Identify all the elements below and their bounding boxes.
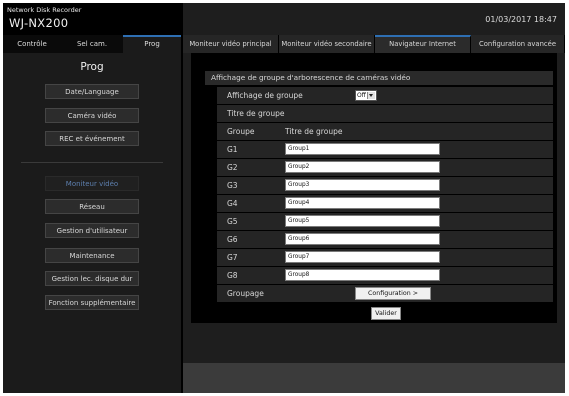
datetime-display: 01/03/2017 18:47 bbox=[485, 15, 557, 24]
tab-controle[interactable]: Contrôle bbox=[3, 35, 61, 53]
tab-sel-cam[interactable]: Sel cam. bbox=[63, 35, 121, 53]
grouping-row: Groupage Configuration > bbox=[217, 285, 553, 302]
section-title: Affichage de groupe d'arborescence de ca… bbox=[205, 71, 553, 85]
table-row: G2 Group2 bbox=[217, 159, 553, 176]
tab-moniteur-principal[interactable]: Moniteur vidéo principal bbox=[183, 35, 279, 53]
grouping-label: Groupage bbox=[227, 289, 264, 298]
left-tabs: Contrôle Sel cam. Prog bbox=[3, 35, 181, 53]
tab-navigateur-internet[interactable]: Navigateur Internet bbox=[375, 35, 471, 53]
group-title-input[interactable]: Group6 bbox=[285, 233, 440, 245]
group-title-input[interactable]: Group5 bbox=[285, 215, 440, 227]
menu-gestion-utilisateur[interactable]: Gestion d'utilisateur bbox=[45, 223, 139, 238]
group-title-input[interactable]: Group1 bbox=[285, 143, 440, 155]
tab-moniteur-secondaire[interactable]: Moniteur vidéo secondaire bbox=[279, 35, 375, 53]
menu-reseau[interactable]: Réseau bbox=[45, 199, 139, 214]
group-id: G1 bbox=[227, 145, 238, 154]
table-row: G6 Group6 bbox=[217, 231, 553, 248]
tab-prog[interactable]: Prog bbox=[123, 35, 181, 53]
group-display-select[interactable]: Off bbox=[355, 90, 377, 101]
group-title-header-row: Titre de groupe bbox=[217, 105, 553, 122]
group-id: G7 bbox=[227, 253, 238, 262]
group-title-input[interactable]: Group7 bbox=[285, 251, 440, 263]
group-id: G3 bbox=[227, 181, 238, 190]
brand-subtitle: Network Disk Recorder bbox=[7, 6, 82, 14]
column-header-row: Groupe Titre de groupe bbox=[217, 123, 553, 140]
menu-moniteur-video[interactable]: Moniteur vidéo bbox=[45, 176, 139, 191]
settings-panel: Affichage de groupe d'arborescence de ca… bbox=[191, 53, 557, 323]
table-row: G3 Group3 bbox=[217, 177, 553, 194]
group-display-label: Affichage de groupe bbox=[227, 91, 303, 100]
validate-button[interactable]: Valider bbox=[371, 307, 401, 320]
group-display-value: Off bbox=[357, 92, 366, 99]
group-id: G4 bbox=[227, 199, 238, 208]
model-name: WJ-NX200 bbox=[9, 16, 69, 30]
menu-gestion-disque[interactable]: Gestion lec. disque dur bbox=[45, 271, 139, 286]
bottom-area bbox=[183, 363, 565, 393]
menu-fonction-supplementaire[interactable]: Fonction supplémentaire bbox=[45, 295, 139, 310]
group-title-label: Titre de groupe bbox=[227, 109, 285, 118]
group-title-input[interactable]: Group2 bbox=[285, 161, 440, 173]
app-window: Network Disk Recorder WJ-NX200 01/03/201… bbox=[3, 3, 565, 393]
group-id: G2 bbox=[227, 163, 238, 172]
brand-area: Network Disk Recorder WJ-NX200 bbox=[3, 3, 181, 35]
menu-date-language[interactable]: Date/Language bbox=[45, 84, 139, 99]
table-row: G1 Group1 bbox=[217, 141, 553, 158]
page-title: Prog bbox=[80, 61, 104, 73]
group-title-input[interactable]: Group3 bbox=[285, 179, 440, 191]
group-id: G6 bbox=[227, 235, 238, 244]
group-title-input[interactable]: Group8 bbox=[285, 269, 440, 281]
configuration-button[interactable]: Configuration > bbox=[355, 287, 431, 300]
left-panel: Contrôle Sel cam. Prog Prog Date/Languag… bbox=[3, 35, 181, 393]
chevron-down-icon bbox=[367, 92, 375, 99]
table-row: G4 Group4 bbox=[217, 195, 553, 212]
menu-camera-video[interactable]: Caméra vidéo bbox=[45, 108, 139, 123]
content-area: Affichage de groupe d'arborescence de ca… bbox=[183, 53, 565, 393]
tab-configuration-avancee[interactable]: Configuration avancée bbox=[471, 35, 565, 53]
table-row: G7 Group7 bbox=[217, 249, 553, 266]
group-id: G5 bbox=[227, 217, 238, 226]
right-tabs: Moniteur vidéo principal Moniteur vidéo … bbox=[183, 35, 565, 53]
menu-maintenance[interactable]: Maintenance bbox=[45, 248, 139, 263]
group-id: G8 bbox=[227, 271, 238, 280]
menu-divider bbox=[21, 162, 163, 163]
header: Network Disk Recorder WJ-NX200 01/03/201… bbox=[3, 3, 565, 35]
table-row: G5 Group5 bbox=[217, 213, 553, 230]
group-title-input[interactable]: Group4 bbox=[285, 197, 440, 209]
group-display-row: Affichage de groupe Off bbox=[217, 87, 553, 104]
table-row: G8 Group8 bbox=[217, 267, 553, 284]
col-group-header: Groupe bbox=[227, 127, 255, 136]
top-bar: 01/03/2017 18:47 bbox=[183, 3, 565, 35]
col-title-header: Titre de groupe bbox=[285, 127, 343, 136]
menu-rec-evenement[interactable]: REC et événement bbox=[45, 131, 139, 146]
